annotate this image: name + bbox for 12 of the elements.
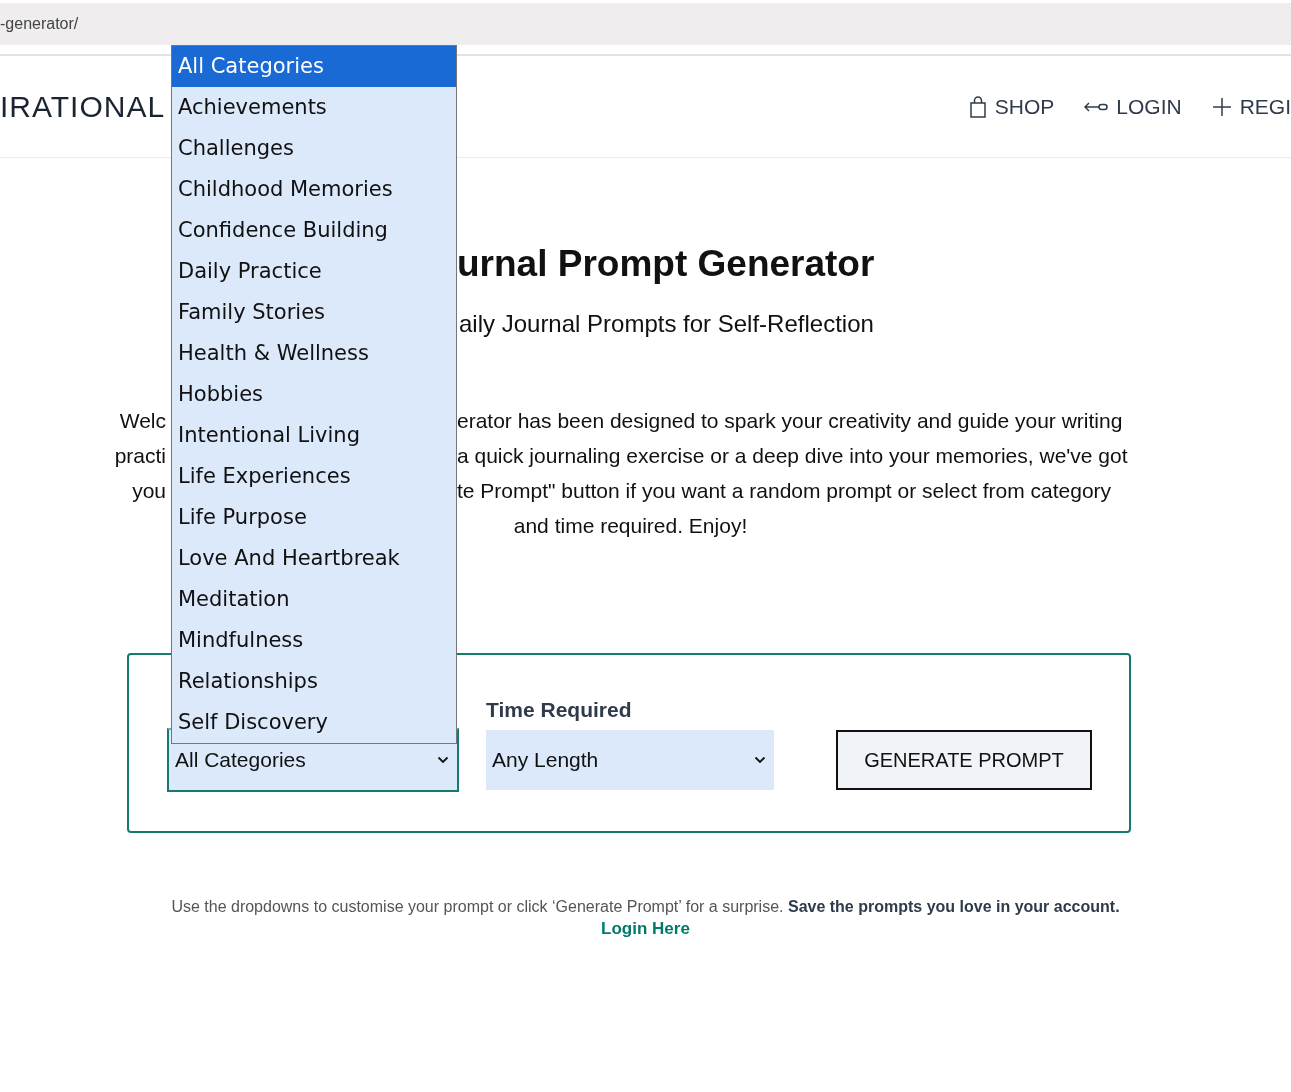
intro-text: te Prompt" button if you want a random prompt or select from category [457, 478, 1112, 503]
time-label: Time Required [486, 698, 633, 722]
intro-text: practi [113, 443, 166, 468]
intro-text: Welc [118, 408, 166, 433]
intro-text: you [131, 478, 166, 503]
intro-text: and time required. Enjoy! [513, 513, 748, 538]
address-text: -generator/ [0, 15, 79, 33]
footer-text: Use the dropdowns to customise your prompt or click ‘Generate Prompt’ for a surprise. Save the prompts you love in your account. [170, 897, 1121, 917]
intro-text: erator has been designed to spark your creativity and guide your writing [457, 408, 1123, 433]
page-subtitle: aily Journal Prompts for Self-Reflection [459, 309, 875, 339]
page-title: urnal Prompt Generator [457, 242, 876, 286]
intro-text: a quick journaling exercise or a deep dive into your memories, we've got [457, 443, 1128, 468]
